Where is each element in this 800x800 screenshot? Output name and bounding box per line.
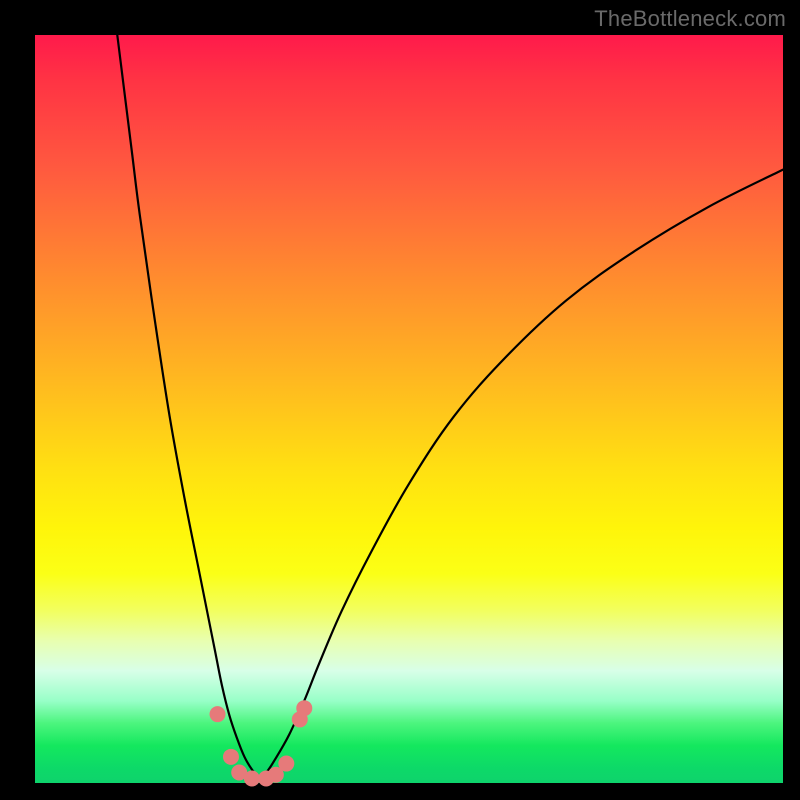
chart-frame: TheBottleneck.com bbox=[0, 0, 800, 800]
data-dot bbox=[244, 771, 260, 787]
data-dot bbox=[296, 700, 312, 716]
left-curve bbox=[117, 35, 259, 779]
watermark-text: TheBottleneck.com bbox=[594, 6, 786, 32]
data-dot bbox=[210, 706, 226, 722]
data-dot bbox=[223, 749, 239, 765]
data-dots bbox=[210, 700, 313, 786]
curve-svg bbox=[35, 35, 783, 783]
data-dot bbox=[278, 756, 294, 772]
plot-area bbox=[35, 35, 783, 783]
right-curve bbox=[259, 170, 783, 779]
